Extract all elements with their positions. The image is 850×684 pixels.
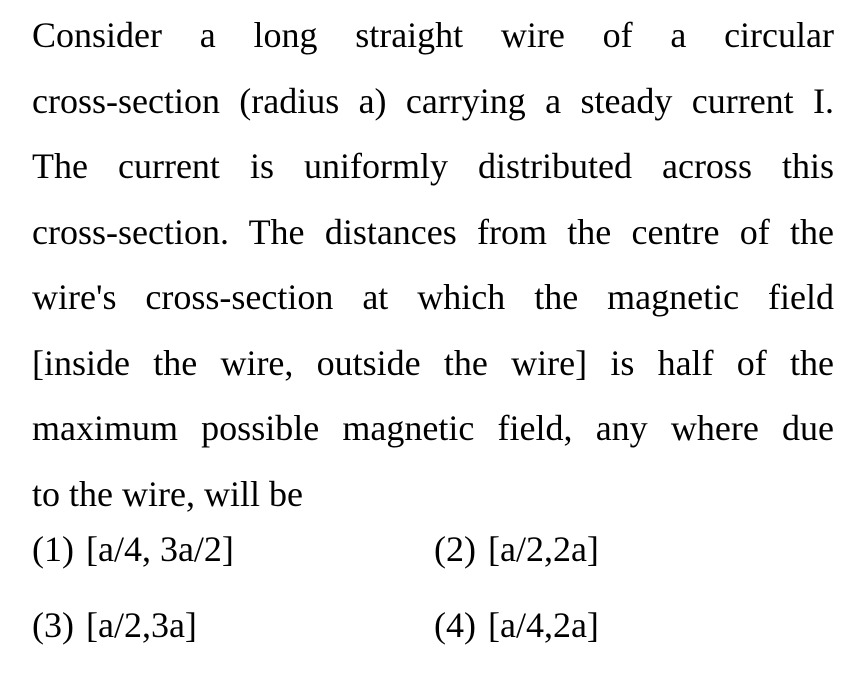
question-line-7: maximum possible magnetic field, any whe…	[32, 408, 834, 448]
answer-options: (1) [a/4, 3a/2] (2) [a/2,2a] (3) [a/2,3a] (…	[32, 528, 834, 680]
option-1[interactable]: (1) [a/4, 3a/2]	[32, 528, 234, 570]
question-line-8: to the wire, will be	[32, 473, 303, 514]
options-row-2: (3) [a/2,3a] (4) [a/4,2a]	[32, 604, 834, 680]
option-2[interactable]: (2) [a/2,2a]	[434, 528, 599, 570]
question-line-3: The current is uniformly distributed acr…	[32, 146, 834, 186]
option-1-text: [a/4, 3a/2]	[85, 529, 234, 569]
question-line-2: cross-section (radius a) carrying a stea…	[32, 80, 834, 121]
question-page: { "question": { "lines": [ "Consider a l…	[0, 0, 850, 684]
option-4-number: (4)	[434, 605, 476, 645]
question-line-1: Consider a long straight wire of a circu…	[32, 15, 834, 55]
question-line-6: [inside the wire, outside the wire] is h…	[32, 342, 834, 383]
question-line-4: cross-section. The distances from the ce…	[32, 211, 834, 252]
option-2-text: [a/2,2a]	[487, 529, 599, 569]
option-2-number: (2)	[434, 529, 476, 569]
option-3[interactable]: (3) [a/2,3a]	[32, 604, 197, 646]
options-row-1: (1) [a/4, 3a/2] (2) [a/2,2a]	[32, 528, 834, 604]
question-line-5: wire's cross-section at which the magnet…	[32, 277, 834, 317]
option-1-number: (1)	[32, 529, 74, 569]
question-text: Consider a long straight wire of a circu…	[32, 0, 834, 527]
option-3-number: (3)	[32, 605, 74, 645]
option-4-text: [a/4,2a]	[487, 605, 599, 645]
option-3-text: [a/2,3a]	[85, 605, 197, 645]
option-4[interactable]: (4) [a/4,2a]	[434, 604, 599, 646]
